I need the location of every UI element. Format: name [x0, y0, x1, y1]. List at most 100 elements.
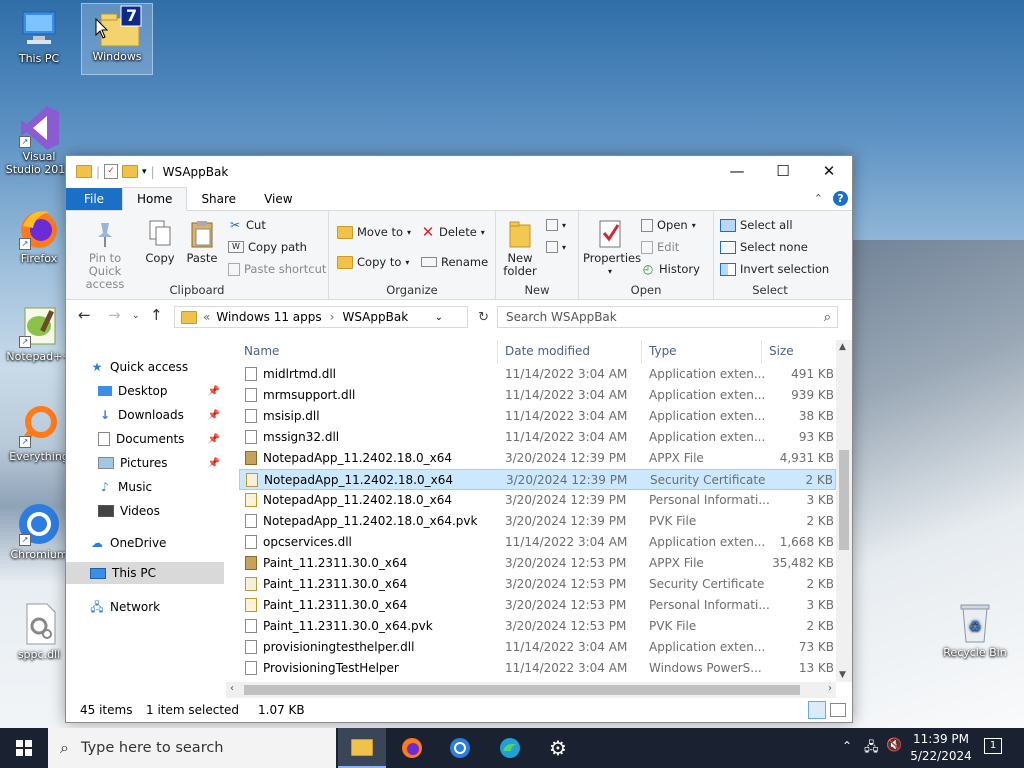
- search-input[interactable]: Search WSAppBak: [506, 310, 617, 324]
- refresh-icon[interactable]: ↻: [478, 310, 489, 325]
- taskbar-firefox[interactable]: [388, 728, 436, 768]
- scroll-down-icon[interactable]: ▼: [839, 670, 846, 680]
- tab-file[interactable]: File: [66, 188, 122, 210]
- table-row[interactable]: Paint_11.2311.30.0_x64 3/20/2024 12:53 PM…: [239, 595, 836, 616]
- table-row[interactable]: NotepadApp_11.2402.18.0_x64 3/20/2024 12:…: [239, 469, 836, 490]
- desktop-icon-everything[interactable]: ↗ Everything: [4, 404, 74, 463]
- horizontal-scrollbar[interactable]: ‹ ›: [226, 682, 836, 698]
- table-row[interactable]: NotepadApp_11.2402.18.0_x64 3/20/2024 12:…: [239, 490, 836, 511]
- invert-selection-button[interactable]: Invert selection: [720, 262, 829, 276]
- history-button[interactable]: ◴ History: [641, 262, 700, 276]
- taskbar-search-input[interactable]: Type here to search: [81, 740, 224, 756]
- taskbar-chromium[interactable]: [436, 728, 484, 768]
- scroll-left-icon[interactable]: ‹: [230, 683, 234, 694]
- address-dropdown-icon[interactable]: ⌄: [435, 312, 443, 323]
- network-status-icon[interactable]: 🖧: [864, 738, 879, 760]
- new-folder-button[interactable]: New folder: [502, 219, 538, 278]
- table-row[interactable]: mrmsupport.dll 11/14/2022 3:04 AM Applicat…: [239, 385, 836, 406]
- desktop-icon-windows[interactable]: 7 Windows: [81, 3, 153, 75]
- table-row[interactable]: NotepadApp_11.2402.18.0_x64 3/20/2024 12:…: [239, 448, 836, 469]
- table-row[interactable]: msisip.dll 11/14/2022 3:04 AM Application …: [239, 406, 836, 427]
- address-bar[interactable]: « Windows 11 apps › WSAppBak ⌄ ↻: [174, 306, 489, 328]
- column-size[interactable]: Size: [769, 344, 794, 358]
- hscroll-thumb[interactable]: [244, 685, 800, 695]
- breadcrumb-windows-11-apps[interactable]: Windows 11 apps: [216, 310, 321, 324]
- minimize-button[interactable]: —: [714, 156, 760, 186]
- show-hidden-icons-icon[interactable]: ⌃: [842, 739, 852, 753]
- desktop-icon-sppc-dll[interactable]: sppc.dll: [4, 602, 74, 661]
- table-row[interactable]: NotepadApp_11.2402.18.0_x64.pvk 3/20/2024…: [239, 511, 836, 532]
- scroll-thumb[interactable]: [839, 450, 849, 550]
- cut-button[interactable]: ✂ Cut: [228, 218, 266, 232]
- table-row[interactable]: Paint_11.2311.30.0_x64.pvk 3/20/2024 12:5…: [239, 616, 836, 637]
- address-overflow[interactable]: «: [203, 310, 210, 324]
- table-row[interactable]: midlrtmd.dll 11/14/2022 3:04 AM Applicatio…: [239, 364, 836, 385]
- start-button[interactable]: [0, 728, 48, 768]
- pin-quick-access-button[interactable]: Pin to Quick access: [72, 219, 138, 291]
- paste-button[interactable]: Paste: [184, 219, 220, 265]
- easy-access-button[interactable]: ▾: [546, 241, 566, 253]
- scroll-right-icon[interactable]: ›: [828, 683, 832, 694]
- large-icons-view-icon[interactable]: [830, 703, 846, 717]
- new-item-button[interactable]: ▾: [546, 219, 566, 231]
- taskbar-search-box[interactable]: ⌕ Type here to search: [48, 728, 336, 768]
- edit-button[interactable]: Edit: [641, 240, 679, 254]
- file-explorer-window[interactable]: | ✓ ▾ | WSAppBak — ☐ ✕ File Home Share V…: [65, 155, 853, 723]
- column-name[interactable]: Name: [244, 344, 279, 358]
- tab-view[interactable]: View: [250, 188, 306, 210]
- breadcrumb-wsappbak[interactable]: WSAppBak: [342, 310, 408, 324]
- search-box[interactable]: Search WSAppBak ⌕: [497, 306, 838, 328]
- taskbar-file-explorer[interactable]: [338, 728, 386, 768]
- desktop-icon-chromium[interactable]: ↗ Chromium: [4, 502, 74, 561]
- up-arrow-icon[interactable]: ↑: [150, 306, 163, 324]
- nav-item-documents[interactable]: Documents 📌: [98, 428, 224, 450]
- recent-locations-icon[interactable]: ⌄: [132, 311, 140, 321]
- nav-item-downloads[interactable]: ↓ Downloads 📌: [98, 404, 224, 426]
- nav-item-pictures[interactable]: Pictures 📌: [98, 452, 224, 474]
- desktop-icon-firefox[interactable]: ↗ Firefox: [4, 206, 74, 265]
- nav-item-onedrive[interactable]: ☁ OneDrive: [90, 532, 248, 554]
- volume-muted-icon[interactable]: 🔇: [886, 738, 902, 753]
- table-row[interactable]: Paint_11.2311.30.0_x64 3/20/2024 12:53 PM…: [239, 553, 836, 574]
- taskbar-edge[interactable]: [486, 728, 534, 768]
- nav-item-music[interactable]: ♪ Music: [98, 476, 224, 498]
- maximize-button[interactable]: ☐: [760, 156, 806, 186]
- taskbar-settings[interactable]: ⚙: [534, 728, 582, 768]
- nav-item-network[interactable]: 🖧 Network: [90, 596, 248, 618]
- column-type[interactable]: Type: [649, 344, 677, 358]
- copy-button[interactable]: Copy: [142, 219, 178, 265]
- tab-home[interactable]: Home: [122, 187, 188, 211]
- nav-item-this-pc[interactable]: This PC: [66, 562, 224, 584]
- new-folder-quick-icon[interactable]: [122, 165, 139, 178]
- move-to-button[interactable]: Move to ▾: [337, 225, 411, 239]
- vertical-scrollbar[interactable]: ▲ ▼: [836, 340, 852, 682]
- column-date-modified[interactable]: Date modified: [505, 344, 590, 358]
- table-row[interactable]: ProvisioningTestHelper 11/14/2022 3:04 AM…: [239, 658, 836, 679]
- table-row[interactable]: mssign32.dll 11/14/2022 3:04 AM Applicatio…: [239, 427, 836, 448]
- select-none-button[interactable]: Select none: [720, 240, 808, 254]
- open-button[interactable]: Open ▾: [641, 218, 696, 232]
- properties-button[interactable]: Properties ▾: [583, 219, 641, 278]
- table-row[interactable]: Paint_11.2311.30.0_x64 3/20/2024 12:53 PM…: [239, 574, 836, 595]
- desktop-icon-notepadpp[interactable]: ↗ Notepad++: [4, 304, 74, 363]
- collapse-ribbon-icon[interactable]: ⌃: [814, 192, 823, 205]
- copy-path-button[interactable]: W Copy path: [228, 240, 307, 254]
- back-arrow-icon[interactable]: ←: [78, 306, 91, 324]
- table-row[interactable]: provisioningtesthelper.dll 11/14/2022 3:0…: [239, 637, 836, 658]
- customize-toolbar-icon[interactable]: ▾: [142, 167, 147, 177]
- paste-shortcut-button[interactable]: Paste shortcut: [228, 262, 326, 276]
- help-icon[interactable]: ?: [833, 191, 848, 206]
- close-button[interactable]: ✕: [806, 156, 852, 186]
- taskbar-clock[interactable]: 11:39 PM 5/22/2024: [910, 731, 972, 765]
- desktop-icon-this-pc[interactable]: This PC: [4, 6, 74, 65]
- tab-share[interactable]: Share: [187, 188, 250, 210]
- notification-center-icon[interactable]: 1: [984, 738, 1002, 754]
- delete-button[interactable]: ✕ Delete ▾: [421, 225, 485, 240]
- search-icon[interactable]: ⌕: [824, 310, 831, 325]
- properties-quick-icon[interactable]: ✓: [104, 164, 119, 179]
- scroll-up-icon[interactable]: ▲: [839, 342, 846, 352]
- nav-item-videos[interactable]: Videos: [98, 500, 224, 522]
- title-bar[interactable]: | ✓ ▾ | WSAppBak — ☐ ✕: [66, 156, 852, 187]
- table-row[interactable]: opcservices.dll 11/14/2022 3:04 AM Applica…: [239, 532, 836, 553]
- copy-to-button[interactable]: Copy to ▾: [337, 255, 409, 269]
